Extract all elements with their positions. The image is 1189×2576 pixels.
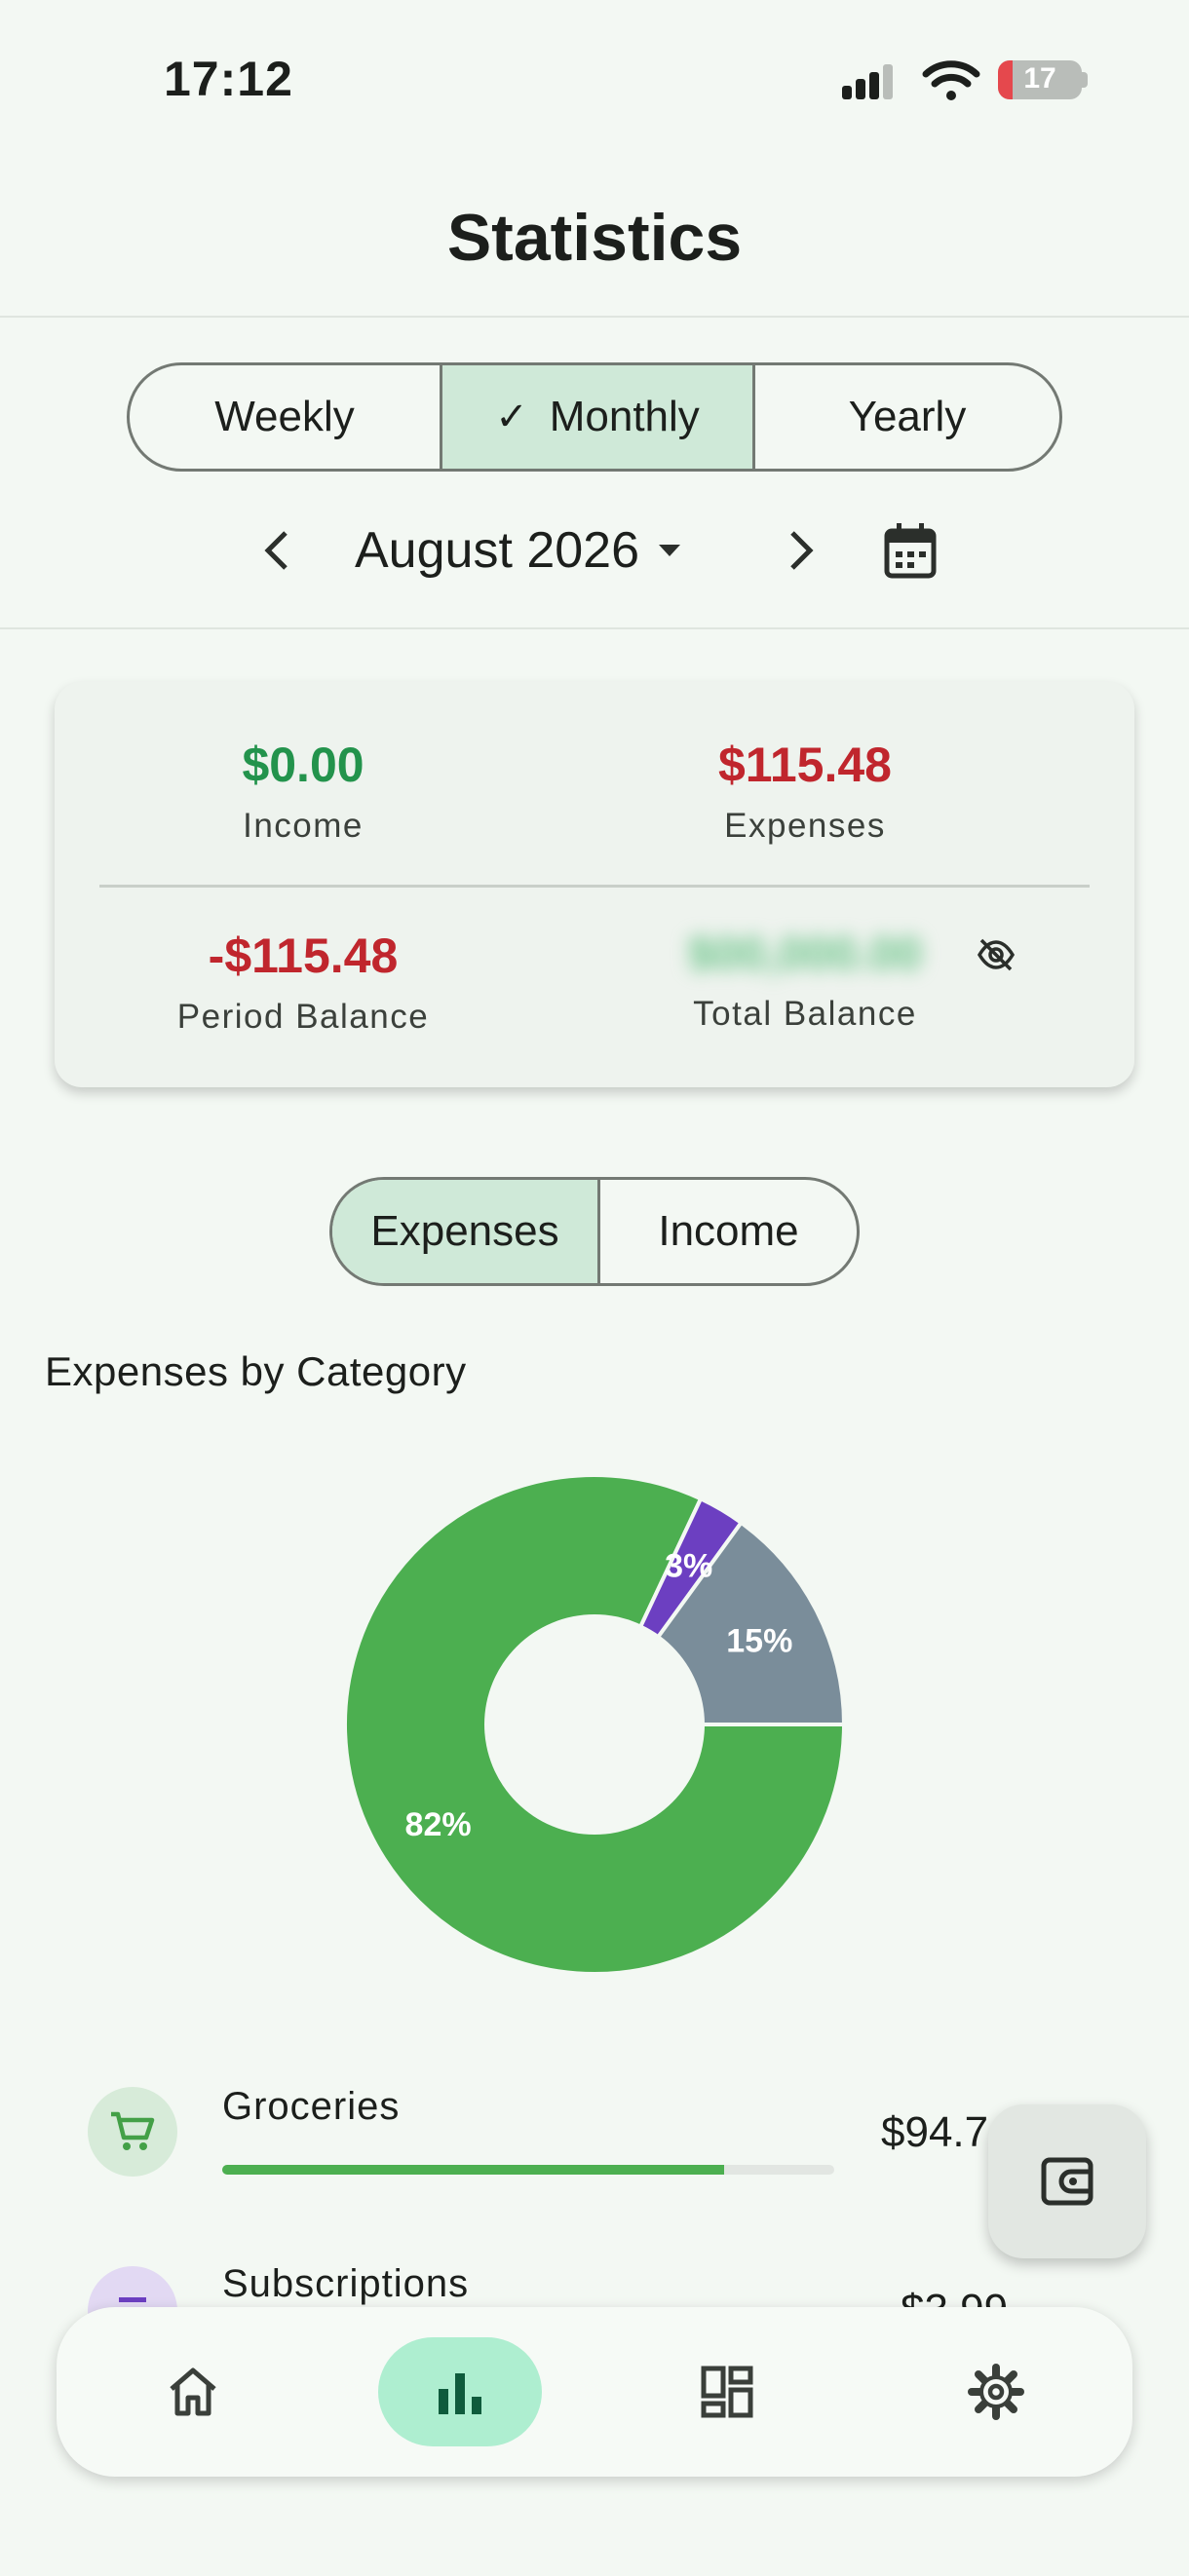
bar-chart-icon <box>439 2373 481 2414</box>
nav-dashboard[interactable] <box>645 2337 809 2446</box>
tab-weekly-label: Weekly <box>214 393 355 440</box>
summary-card: $0.00 Income $115.48 Expenses -$115.48 P… <box>55 682 1134 1087</box>
battery-level: 17 <box>1023 62 1056 95</box>
category-donut-chart: 82% 3% 15% <box>343 1473 847 1976</box>
nav-home[interactable] <box>111 2337 275 2446</box>
battery-cap <box>1082 72 1088 88</box>
period-balance-summary: -$115.48 Period Balance <box>74 928 532 1037</box>
header-divider <box>0 316 1189 318</box>
total-balance-summary: $00,000.00 Total Balance <box>600 928 1010 1034</box>
next-period-button[interactable] <box>780 516 823 585</box>
category-name-subscriptions: Subscriptions <box>222 2262 470 2305</box>
tab-expenses-label: Expenses <box>370 1207 559 1255</box>
type-tabs: Expenses Income <box>329 1177 860 1286</box>
total-balance-label: Total Balance <box>693 995 917 1033</box>
bottom-navigation <box>57 2307 1132 2477</box>
calendar-icon <box>884 523 937 579</box>
previous-period-button[interactable] <box>255 516 298 585</box>
nav-statistics[interactable] <box>378 2337 542 2446</box>
period-balance-value: -$115.48 <box>208 928 399 983</box>
chevron-right-icon <box>790 531 814 570</box>
status-time: 17:12 <box>164 52 293 106</box>
period-label: August 2026 <box>355 522 640 579</box>
home-icon <box>170 2368 216 2416</box>
card-divider <box>99 885 1090 888</box>
donut-label-1: 3% <box>665 1547 712 1584</box>
period-selector[interactable]: August 2026 <box>355 516 682 585</box>
donut-label-0: 82% <box>405 1806 472 1843</box>
gear-icon <box>968 2364 1024 2420</box>
chevron-left-icon <box>264 531 288 570</box>
page-title: Statistics <box>446 201 743 275</box>
expenses-summary: $115.48 Expenses <box>600 737 1010 846</box>
expenses-value: $115.48 <box>718 738 892 792</box>
income-value: $0.00 <box>242 738 364 792</box>
wallet-fab-button[interactable] <box>988 2104 1146 2258</box>
wifi-icon <box>922 60 980 100</box>
tab-income-label: Income <box>658 1207 799 1255</box>
check-icon: ✓ <box>495 396 528 438</box>
tab-yearly[interactable]: Yearly <box>752 365 1059 469</box>
dropdown-arrow-icon <box>659 545 681 556</box>
wallet-icon <box>1041 2157 1093 2206</box>
income-summary: $0.00 Income <box>74 737 532 846</box>
period-balance-label: Period Balance <box>176 998 430 1036</box>
battery-indicator: 17 <box>998 60 1082 99</box>
tab-monthly[interactable]: ✓ Monthly <box>440 365 752 469</box>
period-tabs: Weekly ✓ Monthly Yearly <box>127 362 1062 472</box>
calendar-button[interactable] <box>879 516 941 585</box>
nav-settings[interactable] <box>914 2337 1078 2446</box>
expenses-label: Expenses <box>724 807 886 845</box>
total-balance-value: $00,000.00 <box>687 928 923 980</box>
tab-monthly-label: Monthly <box>549 393 700 440</box>
tab-income[interactable]: Income <box>597 1180 857 1283</box>
tab-weekly[interactable]: Weekly <box>130 365 440 469</box>
period-divider <box>0 627 1189 629</box>
category-row-groceries[interactable] <box>58 2075 1140 2184</box>
cellular-signal-icon <box>842 64 893 99</box>
eye-off-icon <box>977 938 1016 971</box>
section-title: Expenses by Category <box>45 1348 467 1394</box>
donut-hole <box>484 1614 705 1835</box>
tab-yearly-label: Yearly <box>848 393 967 440</box>
tab-expenses[interactable]: Expenses <box>332 1180 597 1283</box>
income-label: Income <box>243 807 364 845</box>
donut-label-2: 15% <box>726 1623 792 1660</box>
dashboard-icon <box>701 2366 753 2418</box>
toggle-balance-visibility-button[interactable] <box>975 933 1017 976</box>
